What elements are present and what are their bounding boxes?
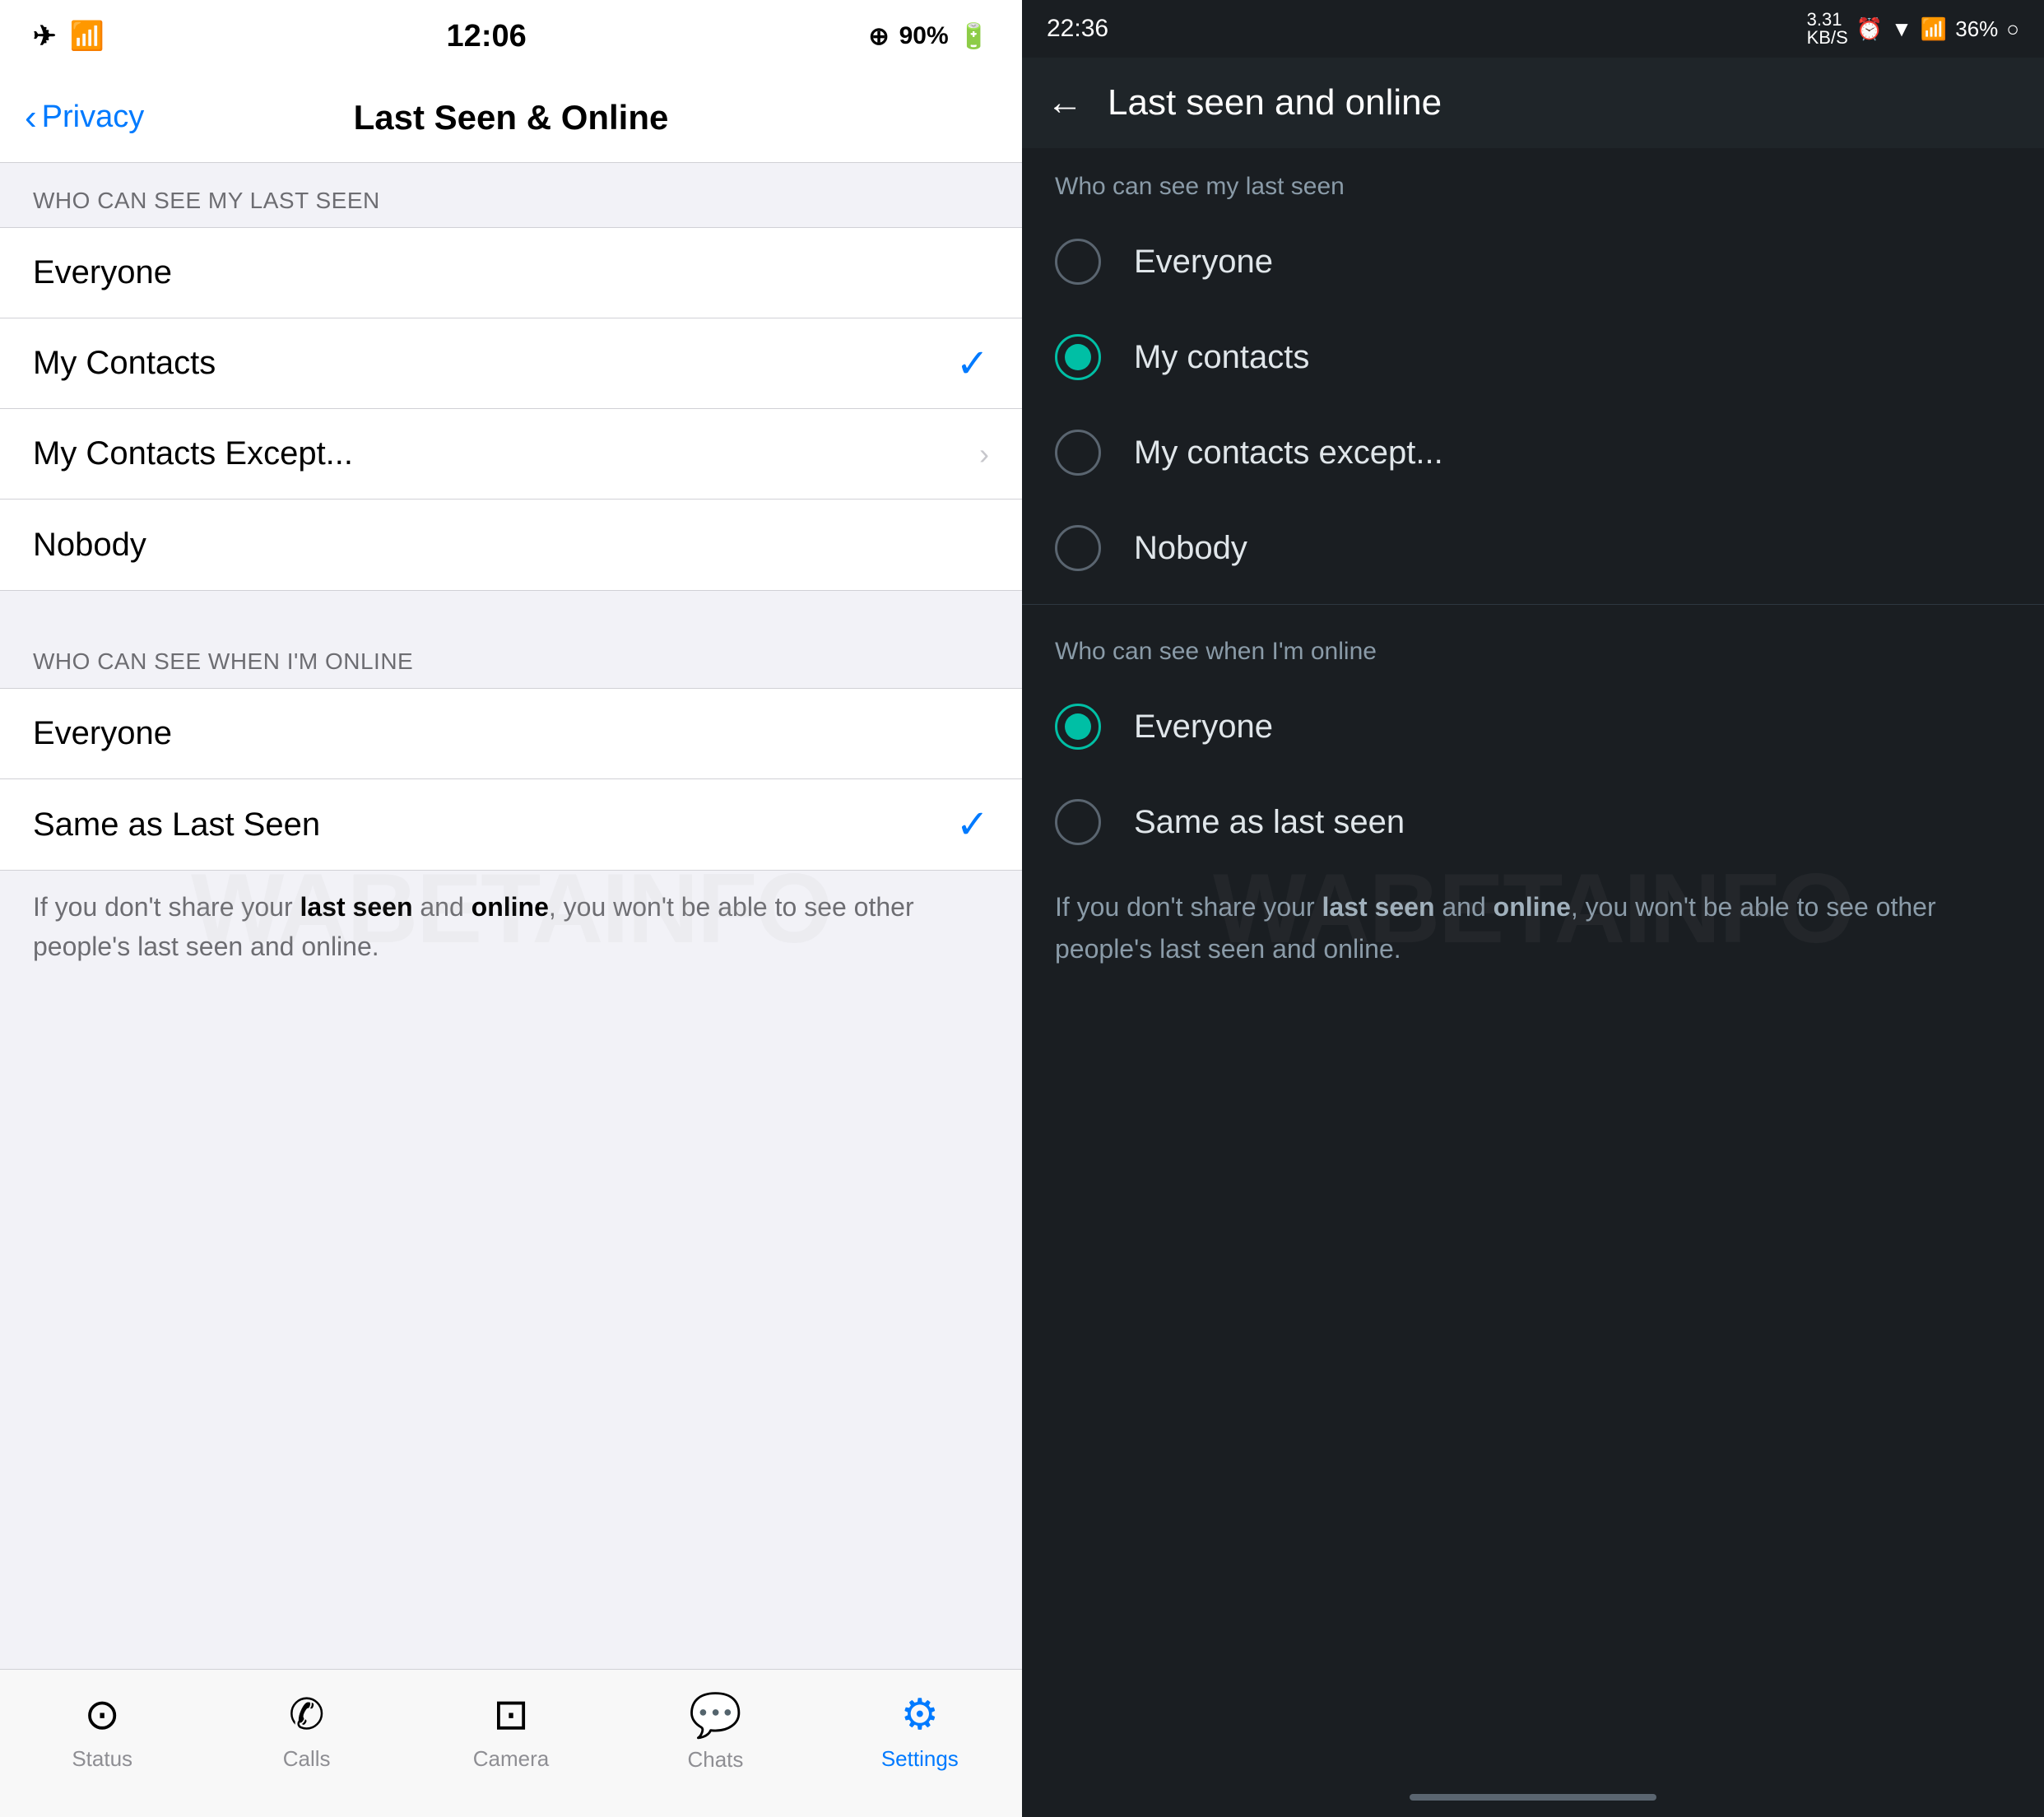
location-icon: ⊕ xyxy=(868,22,889,51)
android-panel: WABetaInfo 22:36 3.31KB/S ⏰ ▼ 📶 36% ○ ← … xyxy=(1022,0,2044,1817)
tab-status[interactable]: ⊙ Status xyxy=(0,1690,204,1772)
ios-back-button[interactable]: ‹ Privacy xyxy=(25,100,144,136)
calls-icon: ✆ xyxy=(289,1690,325,1740)
status-icon: ⊙ xyxy=(84,1690,120,1740)
chevron-my-contacts-except: › xyxy=(979,437,989,472)
item-label-everyone: Everyone xyxy=(33,254,172,291)
tab-calls[interactable]: ✆ Calls xyxy=(204,1690,408,1772)
android-back-button[interactable]: ← xyxy=(1047,82,1083,123)
android-battery-label: 36% xyxy=(1955,16,1998,42)
list-item-same-as-last-seen[interactable]: Same as Last Seen ✓ xyxy=(0,779,1022,870)
wifi-icon: ✈ xyxy=(33,20,57,53)
radio-label-my-contacts-except: My contacts except... xyxy=(1134,434,1443,472)
list-item-everyone[interactable]: Everyone xyxy=(0,228,1022,318)
radio-same-last-seen xyxy=(1055,799,1101,845)
ios-last-seen-header: WHO CAN SEE MY LAST SEEN xyxy=(0,163,1022,227)
android-page-title: Last seen and online xyxy=(1108,82,1442,123)
item-label-my-contacts-except: My Contacts Except... xyxy=(33,435,353,472)
ios-online-header: WHO CAN SEE WHEN I'M ONLINE xyxy=(0,624,1022,688)
ios-back-chevron: ‹ xyxy=(25,100,37,136)
list-item-online-everyone[interactable]: Everyone xyxy=(0,689,1022,779)
radio-everyone-last xyxy=(1055,239,1101,285)
radio-my-contacts xyxy=(1055,334,1101,380)
android-divider xyxy=(1022,604,2044,605)
android-online-group: Everyone Same as last seen xyxy=(1022,679,2044,870)
list-item-my-contacts[interactable]: My Contacts ✓ xyxy=(0,318,1022,409)
ios-panel: WABetaInfo ✈ 📶 12:06 ⊕ 90% 🔋 ‹ Privacy L… xyxy=(0,0,1022,1817)
tab-settings-label: Settings xyxy=(881,1746,959,1772)
android-status-icons: 3.31KB/S ⏰ ▼ 📶 36% ○ xyxy=(1807,11,2019,47)
android-wifi-icon: ▼ xyxy=(1891,16,1912,42)
radio-online-everyone xyxy=(1055,704,1101,750)
item-label-my-contacts: My Contacts xyxy=(33,345,216,382)
tab-chats[interactable]: 💬 Chats xyxy=(613,1690,817,1773)
ios-online-list: Everyone Same as Last Seen ✓ xyxy=(0,688,1022,871)
android-online-label: Who can see when I'm online xyxy=(1022,613,2044,679)
android-time: 22:36 xyxy=(1047,15,1108,43)
item-label-same-as-last-seen: Same as Last Seen xyxy=(33,806,320,843)
radio-nobody xyxy=(1055,525,1101,571)
settings-icon: ⚙ xyxy=(901,1690,940,1740)
wifi-icon2: 📶 xyxy=(70,20,105,53)
item-label-online-everyone: Everyone xyxy=(33,715,172,752)
radio-item-everyone-last[interactable]: Everyone xyxy=(1038,214,2028,309)
radio-label-everyone-last: Everyone xyxy=(1134,244,1273,281)
android-last-seen-group: Everyone My contacts My contacts except.… xyxy=(1022,214,2044,596)
battery-label: 90% xyxy=(899,22,949,50)
radio-label-online-everyone: Everyone xyxy=(1134,709,1273,746)
radio-item-same-last-seen[interactable]: Same as last seen xyxy=(1038,774,2028,870)
radio-item-my-contacts-except[interactable]: My contacts except... xyxy=(1038,405,2028,500)
tab-camera-label: Camera xyxy=(473,1746,549,1772)
android-last-seen-label: Who can see my last seen xyxy=(1022,148,2044,214)
android-status-bar: 22:36 3.31KB/S ⏰ ▼ 📶 36% ○ xyxy=(1022,0,2044,58)
camera-icon: ⊡ xyxy=(493,1690,529,1740)
ios-back-label: Privacy xyxy=(42,100,145,135)
radio-item-my-contacts[interactable]: My contacts xyxy=(1038,309,2028,405)
ios-page-title: Last Seen & Online xyxy=(354,98,669,137)
android-signal-icon: 📶 xyxy=(1921,16,1947,42)
radio-label-my-contacts: My contacts xyxy=(1134,339,1309,376)
tab-chats-label: Chats xyxy=(687,1747,743,1773)
tab-settings[interactable]: ⚙ Settings xyxy=(818,1690,1022,1772)
tab-camera[interactable]: ⊡ Camera xyxy=(409,1690,613,1772)
radio-label-same-last-seen: Same as last seen xyxy=(1134,804,1405,841)
ios-status-bar: ✈ 📶 12:06 ⊕ 90% 🔋 xyxy=(0,0,1022,72)
checkmark-same-as-last-seen: ✓ xyxy=(956,802,989,848)
android-footer-note: If you don't share your last seen and on… xyxy=(1022,870,2044,995)
android-nav-bar: ← Last seen and online xyxy=(1022,58,2044,148)
android-data-speed: 3.31KB/S xyxy=(1807,11,1848,47)
ios-last-seen-list: Everyone My Contacts ✓ My Contacts Excep… xyxy=(0,227,1022,591)
ios-status-icons: ⊕ 90% 🔋 xyxy=(868,22,989,51)
tab-status-label: Status xyxy=(72,1746,132,1772)
item-label-nobody: Nobody xyxy=(33,527,146,564)
battery-icon: 🔋 xyxy=(959,22,989,51)
checkmark-my-contacts: ✓ xyxy=(956,341,989,387)
ios-nav-bar: ‹ Privacy Last Seen & Online xyxy=(0,72,1022,163)
tab-calls-label: Calls xyxy=(283,1746,331,1772)
ios-footer-note: If you don't share your last seen and on… xyxy=(0,871,1022,991)
radio-my-contacts-except xyxy=(1055,430,1101,476)
list-item-my-contacts-except[interactable]: My Contacts Except... › xyxy=(0,409,1022,500)
ios-tab-bar: ⊙ Status ✆ Calls ⊡ Camera 💬 Chats ⚙ Sett… xyxy=(0,1669,1022,1817)
android-battery-icon: ○ xyxy=(2006,16,2019,42)
radio-label-nobody: Nobody xyxy=(1134,530,1247,567)
android-home-indicator xyxy=(1410,1794,1656,1801)
list-item-nobody[interactable]: Nobody xyxy=(0,500,1022,590)
ios-time: 12:06 xyxy=(447,19,527,54)
chats-icon: 💬 xyxy=(689,1690,742,1740)
radio-item-online-everyone[interactable]: Everyone xyxy=(1038,679,2028,774)
radio-item-nobody[interactable]: Nobody xyxy=(1038,500,2028,596)
android-alarm-icon: ⏰ xyxy=(1856,16,1883,42)
